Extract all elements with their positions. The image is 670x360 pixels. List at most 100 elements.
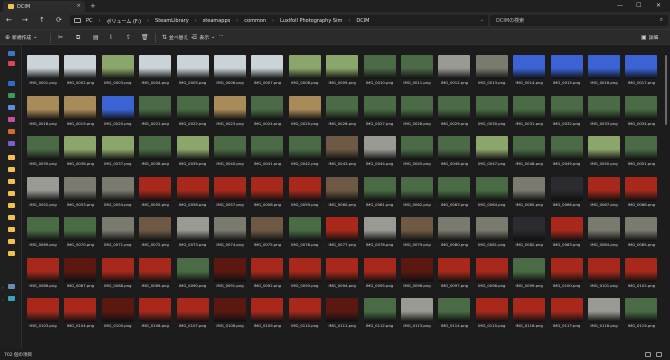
more-options-button[interactable]: ··· xyxy=(219,34,224,39)
file-item[interactable]: IMG_0097.png xyxy=(438,257,471,291)
file-item[interactable]: IMG_0105.png xyxy=(101,298,134,331)
file-item[interactable]: IMG_0011.png xyxy=(401,55,433,88)
file-item[interactable]: IMG_0084.png xyxy=(588,217,620,250)
file-item[interactable]: IMG_0077.png xyxy=(326,217,359,250)
file-item[interactable]: IMG_0073.png xyxy=(176,217,209,250)
file-item[interactable]: IMG_0064.png xyxy=(475,176,508,210)
file-item[interactable]: IMG_0036.png xyxy=(64,136,97,169)
file-item[interactable]: IMG_0061.png xyxy=(363,176,396,210)
file-item[interactable]: IMG_0019.png xyxy=(64,95,97,129)
file-item[interactable]: IMG_0037.png xyxy=(101,136,134,169)
file-item[interactable]: IMG_0040.png xyxy=(214,136,246,169)
scrollbar-thumb[interactable] xyxy=(665,55,667,125)
folder-icon[interactable] xyxy=(8,227,15,232)
file-item[interactable]: IMG_0020.png xyxy=(101,95,134,129)
share-button[interactable]: ⇪ xyxy=(126,34,131,41)
file-item[interactable]: IMG_0041.png xyxy=(251,136,284,169)
vertical-scrollbar[interactable] xyxy=(664,45,668,349)
file-item[interactable]: IMG_0039.png xyxy=(176,136,209,169)
file-item[interactable]: IMG_0114.png xyxy=(438,298,471,331)
close-window-button[interactable]: ✕ xyxy=(656,2,661,9)
file-item[interactable]: IMG_0038.png xyxy=(139,136,172,169)
gallery-icon[interactable] xyxy=(8,61,15,66)
pictures-icon[interactable] xyxy=(8,117,15,122)
chevron-right-icon[interactable]: › xyxy=(2,285,4,290)
downloads-icon[interactable] xyxy=(8,93,15,98)
file-item[interactable]: IMG_0069.png xyxy=(27,217,59,250)
paste-button[interactable]: ▤ xyxy=(93,34,99,41)
rename-button[interactable]: Ⅰ xyxy=(110,34,112,41)
folder-icon[interactable] xyxy=(8,179,15,184)
new-tab-button[interactable]: + xyxy=(90,2,96,10)
chevron-right-icon[interactable]: › xyxy=(2,297,4,302)
maximize-button[interactable]: ☐ xyxy=(636,2,641,9)
sort-button[interactable]: ⇅ 並べ替え ⌄ xyxy=(162,34,194,41)
file-item[interactable]: IMG_0050.png xyxy=(588,136,620,169)
file-item[interactable]: IMG_0111.png xyxy=(326,298,359,331)
file-item[interactable]: IMG_0048.png xyxy=(513,136,546,169)
file-item[interactable]: IMG_0007.png xyxy=(251,55,284,88)
file-item[interactable]: IMG_0087.png xyxy=(64,257,97,291)
refresh-button[interactable]: ⟳ xyxy=(56,16,62,24)
file-item[interactable]: IMG_0025.png xyxy=(288,95,321,129)
desktop-icon[interactable] xyxy=(8,81,15,86)
breadcrumb-item[interactable]: common xyxy=(244,18,266,25)
file-item[interactable]: IMG_0027.png xyxy=(363,95,396,129)
up-button[interactable]: ↑ xyxy=(39,16,45,24)
file-item[interactable]: IMG_0030.png xyxy=(475,95,508,129)
search-input[interactable] xyxy=(496,16,646,25)
file-item[interactable]: IMG_0092.png xyxy=(251,257,284,291)
folder-icon[interactable] xyxy=(8,203,15,208)
address-field[interactable]: PC › ボリューム (F:) › SteamLibrary › steamapps › com… xyxy=(70,15,488,26)
file-item[interactable]: IMG_0044.png xyxy=(363,136,396,169)
search-box[interactable]: ⌕ xyxy=(490,15,668,26)
chevron-right-icon[interactable]: › xyxy=(272,18,274,25)
breadcrumb-item[interactable]: DCIM xyxy=(356,18,369,25)
file-item[interactable]: IMG_0021.png xyxy=(139,95,172,129)
music-icon[interactable] xyxy=(8,129,15,134)
folder-icon[interactable] xyxy=(8,239,15,244)
file-item[interactable]: IMG_0057.png xyxy=(214,176,246,210)
file-item[interactable]: IMG_0056.png xyxy=(176,176,209,210)
file-item[interactable]: IMG_0055.png xyxy=(139,176,172,210)
file-item[interactable]: IMG_0002.png xyxy=(64,55,97,88)
copy-button[interactable]: ⧉ xyxy=(76,34,80,42)
file-item[interactable]: IMG_0071.png xyxy=(101,217,134,250)
file-item[interactable]: IMG_0004.png xyxy=(139,55,172,88)
chevron-down-icon[interactable]: ⌄ xyxy=(480,17,484,23)
file-item[interactable]: IMG_0075.png xyxy=(251,217,284,250)
forward-button[interactable]: → xyxy=(22,16,28,24)
file-item[interactable]: IMG_0113.png xyxy=(401,298,433,331)
file-item[interactable]: IMG_0091.png xyxy=(214,257,246,291)
chevron-right-icon[interactable]: › xyxy=(195,18,197,25)
file-item[interactable]: IMG_0101.png xyxy=(588,257,620,291)
file-item[interactable]: IMG_0090.png xyxy=(176,257,209,291)
file-item[interactable]: IMG_0058.png xyxy=(251,176,284,210)
file-item[interactable]: IMG_0115.png xyxy=(475,298,508,331)
tab-close-icon[interactable]: × xyxy=(76,3,81,9)
search-icon[interactable]: ⌕ xyxy=(660,17,663,24)
file-item[interactable]: IMG_0043.png xyxy=(326,136,359,169)
file-item[interactable]: IMG_0106.png xyxy=(139,298,172,331)
this-pc-icon[interactable] xyxy=(8,284,15,289)
file-item[interactable]: IMG_0070.png xyxy=(64,217,97,250)
breadcrumb-item[interactable]: ボリューム (F:) xyxy=(107,18,142,25)
file-item[interactable]: IMG_0013.png xyxy=(475,55,508,88)
file-item[interactable]: IMG_0018.png xyxy=(27,95,59,129)
file-item[interactable]: IMG_0078.png xyxy=(363,217,396,250)
file-item[interactable]: IMG_0053.png xyxy=(64,176,97,210)
folder-icon[interactable] xyxy=(8,167,15,172)
file-item[interactable]: IMG_0008.png xyxy=(288,55,321,88)
file-item[interactable]: IMG_0080.png xyxy=(438,217,471,250)
cut-button[interactable]: ✂ xyxy=(58,34,63,41)
file-item[interactable]: IMG_0079.png xyxy=(401,217,433,250)
file-item[interactable]: IMG_0010.png xyxy=(363,55,396,88)
file-item[interactable]: IMG_0026.png xyxy=(326,95,359,129)
videos-icon[interactable] xyxy=(8,141,15,146)
file-item[interactable]: IMG_0031.png xyxy=(513,95,546,129)
back-button[interactable]: ← xyxy=(6,16,12,24)
file-item[interactable]: IMG_0076.png xyxy=(288,217,321,250)
file-item[interactable]: IMG_0015.png xyxy=(550,55,583,88)
file-item[interactable]: IMG_0006.png xyxy=(214,55,246,88)
details-view-icon[interactable] xyxy=(645,352,651,357)
